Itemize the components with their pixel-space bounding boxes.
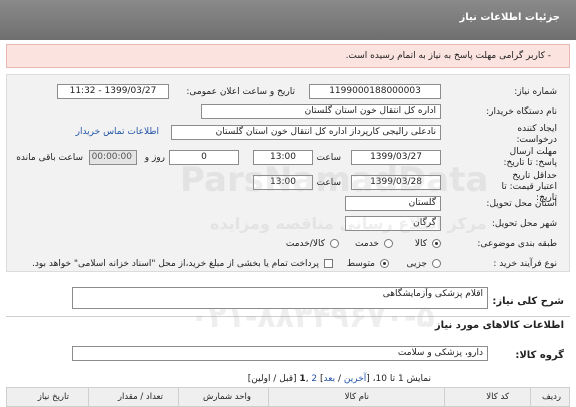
summary-title: شرح کلی نیاز: <box>492 296 564 307</box>
price-validity-time-label: ساعت <box>316 178 342 188</box>
buyer-org-label: نام دستگاه خریدار: <box>486 107 557 117</box>
goods-group-label: گروه کالا: <box>515 350 564 361</box>
process-type-label: نوع فرآیند خرید : <box>493 259 557 269</box>
column-separator <box>530 388 531 407</box>
need-number-field[interactable]: 1199000188000003 <box>309 84 441 99</box>
category-radio-both[interactable] <box>330 239 339 248</box>
goods-group-field[interactable]: دارو، پزشکی و سلامت <box>72 346 488 361</box>
price-validity-date[interactable]: 1399/03/28 <box>351 175 441 190</box>
requester-label: ایجاد کننده درخواست: <box>516 124 557 145</box>
remaining-time-field: 00:00:00 <box>89 150 137 165</box>
process-radio-minor[interactable] <box>432 259 441 268</box>
column-separator <box>268 388 269 407</box>
treasury-payment-checkbox[interactable] <box>324 259 333 268</box>
col-quantity: تعداد / مقدار <box>117 392 163 402</box>
col-need-date: تاریخ نیاز <box>37 392 69 402</box>
divider <box>6 316 570 317</box>
pager-last-link[interactable]: آخرین <box>344 374 366 384</box>
category-radio-goods[interactable] <box>432 239 441 248</box>
page-header: جزئیات اطلاعات نیاز <box>0 0 576 40</box>
page-title: جزئیات اطلاعات نیاز <box>459 12 560 23</box>
alert-text: - کاربر گرامی مهلت پاسخ به نیاز به اتمام… <box>345 51 551 61</box>
reply-deadline-label: مهلت ارسال پاسخ: تا تاریخ: <box>503 147 557 168</box>
summary-field[interactable]: اقلام پزشکی وآزمایشگاهی <box>72 287 488 309</box>
reply-deadline-date[interactable]: 1399/03/27 <box>351 150 441 165</box>
category-label: طبقه بندی موضوعی: <box>477 239 557 249</box>
col-goods-name: نام کالا <box>344 392 369 402</box>
delivery-province-field[interactable]: گلستان <box>345 196 441 211</box>
pagination: نمایش 1 تا 10، [آخرین / بعد] 2 ,1 [قبل /… <box>248 374 431 384</box>
treasury-payment-note: پرداخت تمام یا بخشی از مبلغ خرید،از محل … <box>31 259 319 269</box>
category-option-both: کالا/خدمت <box>285 239 325 249</box>
reply-days-field[interactable]: 0 <box>169 150 239 165</box>
pager-suffix: [قبل / اولین] <box>247 374 300 384</box>
remaining-time-label: ساعت باقی مانده <box>16 153 83 163</box>
process-option-minor: جزیی <box>406 259 427 269</box>
delivery-province-label: استان محل تحویل: <box>486 199 557 209</box>
price-validity-time[interactable]: 13:00 <box>253 175 313 190</box>
category-option-service: خدمت <box>355 239 379 249</box>
col-row: ردیف <box>541 392 561 402</box>
delivery-city-label: شهر محل تحویل: <box>491 219 557 229</box>
delivery-city-field[interactable]: گرگان <box>345 216 441 231</box>
goods-info-title: اطلاعات کالاهای مورد نیاز <box>434 320 564 331</box>
category-radio-service[interactable] <box>384 239 393 248</box>
reply-deadline-time[interactable]: 13:00 <box>253 150 313 165</box>
reply-days-label: روز و <box>144 153 165 163</box>
col-goods-code: کد کالا <box>486 392 509 402</box>
pager-next-link[interactable]: بعد <box>324 374 336 384</box>
column-separator <box>444 388 445 407</box>
process-radio-medium[interactable] <box>380 259 389 268</box>
need-details-panel: شماره نیاز: 1199000188000003 تاریخ و ساع… <box>6 74 570 272</box>
deadline-alert: - کاربر گرامی مهلت پاسخ به نیاز به اتمام… <box>6 44 570 68</box>
column-separator <box>88 388 89 407</box>
pager-sep: / <box>335 374 344 384</box>
reply-time-label: ساعت <box>316 153 342 163</box>
col-unit: واحد شمارش <box>203 392 251 402</box>
column-separator <box>178 388 179 407</box>
process-option-medium: متوسط <box>346 259 375 269</box>
need-number-label: شماره نیاز: <box>514 87 557 97</box>
buyer-contact-link[interactable]: اطلاعات تماس خریدار <box>76 127 159 137</box>
buyer-org-field[interactable]: اداره کل انتقال خون استان گلستان <box>201 104 441 119</box>
goods-table-header: ردیف کد کالا نام کالا واحد شمارش تعداد /… <box>6 387 570 407</box>
pager-prefix: نمایش 1 تا 10، [ <box>366 374 431 384</box>
requester-field[interactable]: نادعلی رالیجی کارپرداز اداره کل انتقال خ… <box>171 125 441 140</box>
category-option-goods: کالا <box>414 239 427 249</box>
announce-datetime-label: تاریخ و ساعت اعلان عمومی: <box>186 87 295 97</box>
announce-datetime-field[interactable]: 1399/03/27 - 11:32 <box>57 84 169 99</box>
